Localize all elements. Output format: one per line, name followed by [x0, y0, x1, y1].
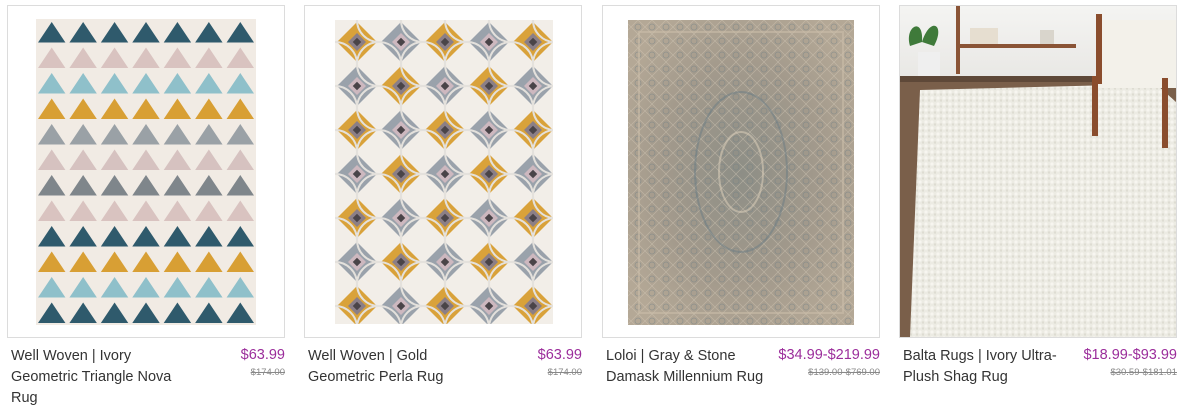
product-price: $63.99 — [240, 347, 285, 363]
original-price: $174.00 — [250, 367, 285, 378]
product-image[interactable] — [602, 5, 880, 338]
original-price: $174.00 — [547, 367, 582, 378]
product-title[interactable]: Balta Rugs | Ivory Ultra-Plush Shag Rug — [899, 346, 1083, 388]
original-price: $139.00-$769.00 — [808, 367, 880, 378]
perla-rug-image — [335, 20, 553, 324]
damask-rug-image — [628, 20, 854, 325]
product-card[interactable]: Balta Rugs | Ivory Ultra-Plush Shag Rug … — [899, 5, 1177, 388]
product-image[interactable] — [899, 5, 1177, 338]
product-price: $34.99-$219.99 — [778, 347, 880, 363]
product-card[interactable]: Well Woven | Ivory Geometric Triangle No… — [7, 5, 285, 409]
original-price: $30.59-$181.01 — [1110, 367, 1177, 378]
product-image[interactable] — [304, 5, 582, 338]
product-card[interactable]: Well Woven | Gold Geometric Perla Rug $6… — [304, 5, 582, 388]
triangle-rug-image — [8, 6, 284, 337]
product-card[interactable]: Loloi | Gray & Stone Damask Millennium R… — [602, 5, 880, 388]
product-grid: Well Woven | Ivory Geometric Triangle No… — [0, 0, 1185, 414]
shag-rug-room-image — [900, 6, 1176, 337]
product-title[interactable]: Loloi | Gray & Stone Damask Millennium R… — [602, 346, 778, 388]
product-price: $18.99-$93.99 — [1083, 347, 1177, 363]
product-title[interactable]: Well Woven | Ivory Geometric Triangle No… — [7, 346, 191, 409]
product-image[interactable] — [7, 5, 285, 338]
product-price: $63.99 — [537, 347, 582, 363]
product-title[interactable]: Well Woven | Gold Geometric Perla Rug — [304, 346, 488, 388]
